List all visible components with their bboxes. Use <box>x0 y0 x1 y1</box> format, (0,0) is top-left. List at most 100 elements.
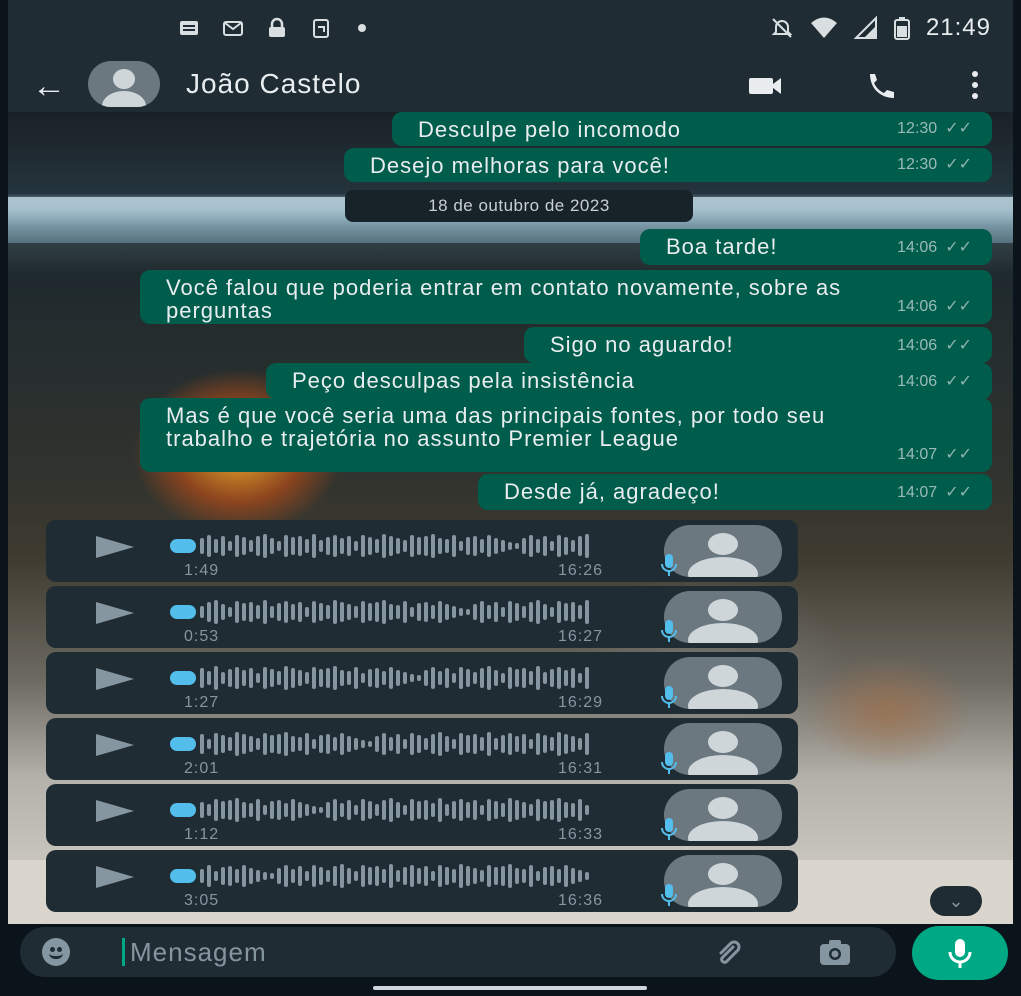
scroll-to-bottom-icon[interactable]: ⌄ <box>930 886 982 916</box>
home-indicator[interactable] <box>373 986 647 990</box>
audio-progress-knob[interactable] <box>170 605 196 619</box>
sender-avatar <box>664 525 782 577</box>
screenshot-icon <box>313 19 329 38</box>
play-icon[interactable] <box>96 602 134 624</box>
message-text: Você falou que poderia entrar em contato… <box>166 275 842 323</box>
battery-icon <box>893 17 910 40</box>
audio-progress-knob[interactable] <box>170 803 196 817</box>
read-ticks-icon: ✓✓ <box>945 373 972 390</box>
chat-header: ← João Castelo <box>8 60 1013 112</box>
audio-time: 16:27 <box>558 628 604 645</box>
avatar-head <box>113 69 135 89</box>
sender-avatar <box>664 789 782 841</box>
read-ticks-icon: ✓✓ <box>945 156 972 173</box>
phone-icon[interactable] <box>860 66 904 106</box>
contact-name[interactable]: João Castelo <box>186 68 361 100</box>
audio-time: 16:29 <box>558 694 604 711</box>
message-text: Desculpe pelo incomodo <box>418 117 681 142</box>
message-input[interactable] <box>130 932 690 972</box>
read-ticks-icon: ✓✓ <box>945 446 972 463</box>
message-time: 14:06 <box>897 298 938 315</box>
message-meta: 14:07 ✓✓ <box>897 481 972 504</box>
message-bubble[interactable]: Desculpe pelo incomodo 12:30 ✓✓ <box>392 112 992 146</box>
audio-progress-knob[interactable] <box>170 539 196 553</box>
play-icon[interactable] <box>96 866 134 888</box>
message-text: Peço desculpas pela insistência <box>292 368 635 393</box>
audio-progress-knob[interactable] <box>170 869 196 883</box>
message-bubble[interactable]: Mas é que você seria uma das principais … <box>140 398 992 472</box>
audio-duration: 0:53 <box>184 628 220 645</box>
message-bubble[interactable]: Desde já, agradeço! 14:07 ✓✓ <box>478 474 992 510</box>
audio-message[interactable]: 0:53 16:27 <box>46 586 798 648</box>
message-meta: 14:06 ✓✓ <box>897 370 972 393</box>
audio-waveform[interactable] <box>200 598 620 626</box>
mic-icon <box>661 686 677 708</box>
audio-duration: 1:12 <box>184 826 220 843</box>
audio-waveform[interactable] <box>200 796 620 824</box>
play-icon[interactable] <box>96 734 134 756</box>
read-ticks-icon: ✓✓ <box>945 337 972 354</box>
sender-avatar <box>664 855 782 907</box>
audio-message[interactable]: 3:05 16:36 <box>46 850 798 912</box>
audio-message[interactable]: 1:49 16:26 <box>46 520 798 582</box>
video-call-icon[interactable] <box>743 66 787 106</box>
message-time: 14:06 <box>897 373 938 390</box>
message-time: 14:07 <box>897 446 938 463</box>
mic-icon <box>948 939 972 968</box>
sender-avatar <box>664 591 782 643</box>
contact-avatar[interactable] <box>88 61 160 107</box>
audio-duration: 1:27 <box>184 694 220 711</box>
message-text: Mas é que você seria uma das principais … <box>166 403 826 451</box>
message-meta: 14:06 ✓✓ <box>897 295 972 318</box>
message-bubble[interactable]: Boa tarde! 14:06 ✓✓ <box>640 229 992 265</box>
wifi-icon <box>810 17 837 38</box>
mic-icon <box>661 818 677 840</box>
audio-time: 16:33 <box>558 826 604 843</box>
message-bubble[interactable]: Você falou que poderia entrar em contato… <box>140 270 992 324</box>
play-icon[interactable] <box>96 800 134 822</box>
status-system-icons: 21:49 <box>770 14 991 42</box>
mute-icon <box>771 18 793 38</box>
message-text: Desejo melhoras para você! <box>370 153 670 178</box>
audio-message[interactable]: 1:27 16:29 <box>46 652 798 714</box>
message-time: 12:30 <box>897 156 938 173</box>
audio-duration: 3:05 <box>184 892 220 909</box>
audio-waveform[interactable] <box>200 730 620 758</box>
voice-record-button[interactable] <box>912 926 1008 980</box>
mic-icon <box>661 884 677 906</box>
date-separator: 18 de outubro de 2023 <box>345 190 693 222</box>
message-meta: 12:30 ✓✓ <box>897 117 972 140</box>
message-meta: 14:07 ✓✓ <box>897 443 972 466</box>
more-options-icon[interactable] <box>960 66 990 106</box>
attach-icon[interactable] <box>713 937 747 967</box>
play-icon[interactable] <box>96 668 134 690</box>
status-time: 21:49 <box>925 14 991 41</box>
sender-avatar <box>664 723 782 775</box>
message-bubble[interactable]: Sigo no aguardo! 14:06 ✓✓ <box>524 327 992 363</box>
play-icon[interactable] <box>96 536 134 558</box>
audio-waveform[interactable] <box>200 532 620 560</box>
emoji-icon[interactable] <box>42 938 70 966</box>
message-time: 14:06 <box>897 337 938 354</box>
message-bubble[interactable]: Desejo melhoras para você! 12:30 ✓✓ <box>344 148 992 182</box>
audio-message[interactable]: 1:12 16:33 <box>46 784 798 846</box>
audio-message[interactable]: 2:01 16:31 <box>46 718 798 780</box>
text-caret <box>122 938 125 966</box>
status-notification-icons <box>178 17 366 39</box>
audio-progress-knob[interactable] <box>170 671 196 685</box>
message-bubble[interactable]: Peço desculpas pela insistência 14:06 ✓✓ <box>266 363 992 399</box>
back-arrow-icon[interactable]: ← <box>32 66 66 106</box>
mic-icon <box>661 554 677 576</box>
lock-icon <box>269 17 285 37</box>
message-meta: 14:06 ✓✓ <box>897 334 972 357</box>
more-notifications-dot <box>358 24 366 32</box>
audio-waveform[interactable] <box>200 664 620 692</box>
audio-progress-knob[interactable] <box>170 737 196 751</box>
camera-icon[interactable] <box>817 937 853 967</box>
audio-duration: 1:49 <box>184 562 220 579</box>
audio-time: 16:36 <box>558 892 604 909</box>
sender-avatar <box>664 657 782 709</box>
audio-duration: 2:01 <box>184 760 220 777</box>
audio-waveform[interactable] <box>200 862 620 890</box>
read-ticks-icon: ✓✓ <box>945 120 972 137</box>
